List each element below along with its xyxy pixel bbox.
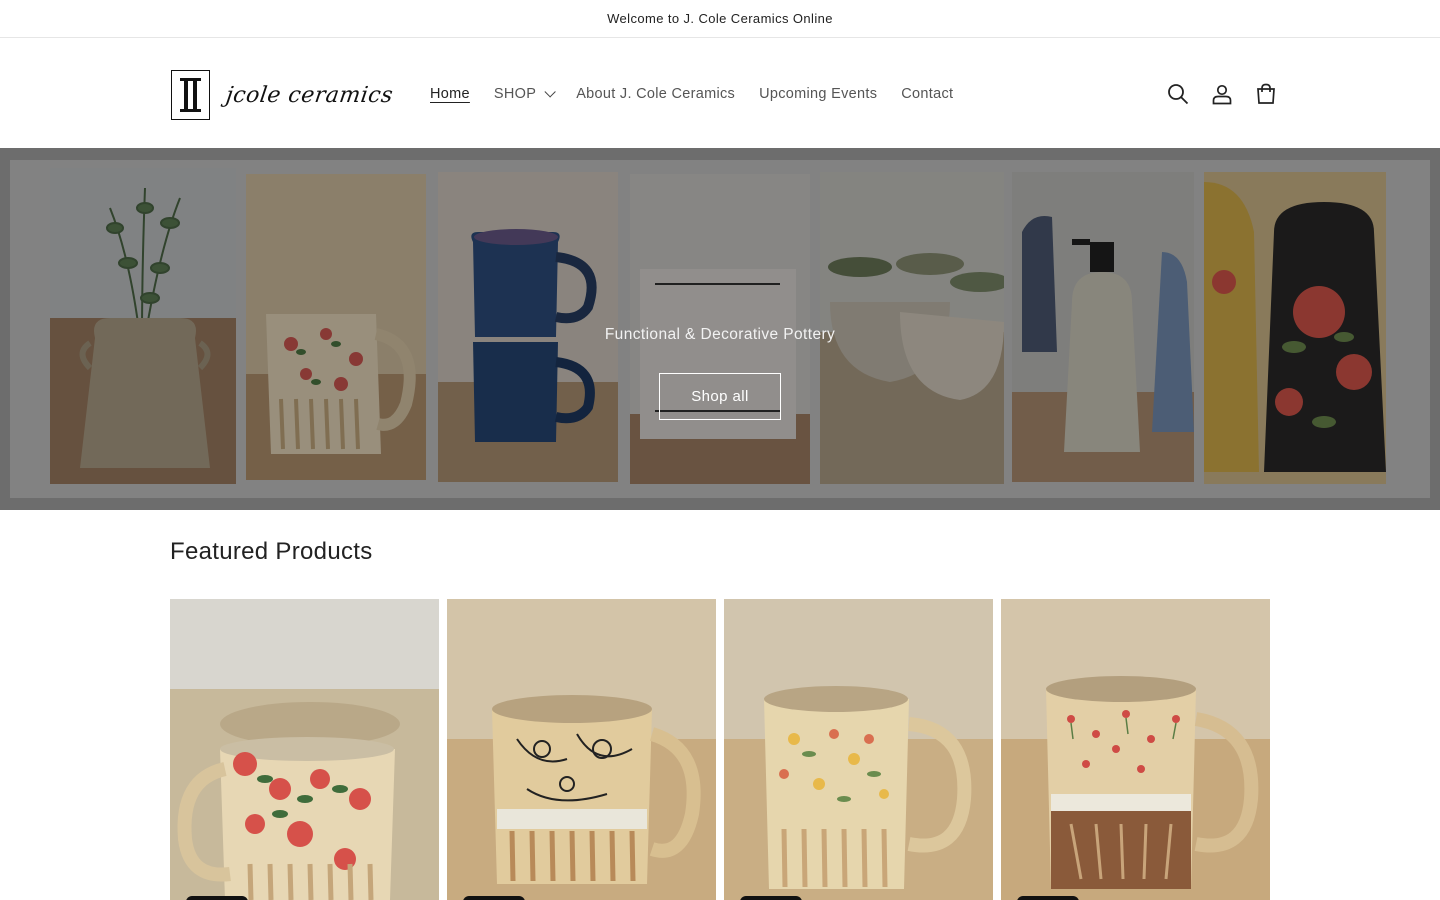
logo-text: jcole ceramics [224, 82, 395, 108]
product-badge [186, 896, 248, 900]
nav-about[interactable]: About J. Cole Ceramics [564, 86, 747, 102]
product-card[interactable] [447, 599, 716, 900]
product-image-red-berry-mug [1001, 599, 1270, 900]
product-image-wildflower-mug [724, 599, 993, 900]
cart-icon[interactable] [1244, 80, 1288, 108]
announcement-bar: Welcome to J. Cole Ceramics Online [0, 0, 1440, 38]
chevron-down-icon [544, 86, 556, 98]
product-badge [740, 896, 802, 900]
nav-contact[interactable]: Contact [889, 86, 965, 102]
shop-all-button[interactable]: Shop all [659, 373, 781, 420]
nav-shop[interactable]: SHOP [482, 86, 564, 102]
site-header: jcole ceramics Home SHOP About J. Cole C… [0, 38, 1440, 148]
nav-home[interactable]: Home [418, 86, 482, 102]
hero-banner: Functional & Decorative Pottery Shop all [0, 148, 1440, 510]
hero-subtitle: Functional & Decorative Pottery [604, 326, 836, 343]
nav-events[interactable]: Upcoming Events [747, 86, 889, 102]
main-nav: Home SHOP About J. Cole Ceramics Upcomin… [418, 81, 965, 107]
product-image-rose-relief-mug [170, 599, 439, 900]
product-badge [1017, 896, 1079, 900]
product-badge [463, 896, 525, 900]
logo-mark [171, 70, 210, 120]
featured-products-heading: Featured Products [170, 538, 373, 565]
header-icons [1156, 80, 1288, 108]
product-card[interactable] [170, 599, 439, 900]
account-icon[interactable] [1200, 80, 1244, 108]
nav-shop-label: SHOP [493, 86, 537, 102]
announcement-text: Welcome to J. Cole Ceramics Online [607, 11, 833, 26]
logo[interactable]: jcole ceramics [171, 69, 395, 121]
product-grid [170, 599, 1270, 900]
product-image-black-floral-mug [447, 599, 716, 900]
product-card[interactable] [1001, 599, 1270, 900]
product-card[interactable] [724, 599, 993, 900]
search-icon[interactable] [1156, 80, 1200, 108]
